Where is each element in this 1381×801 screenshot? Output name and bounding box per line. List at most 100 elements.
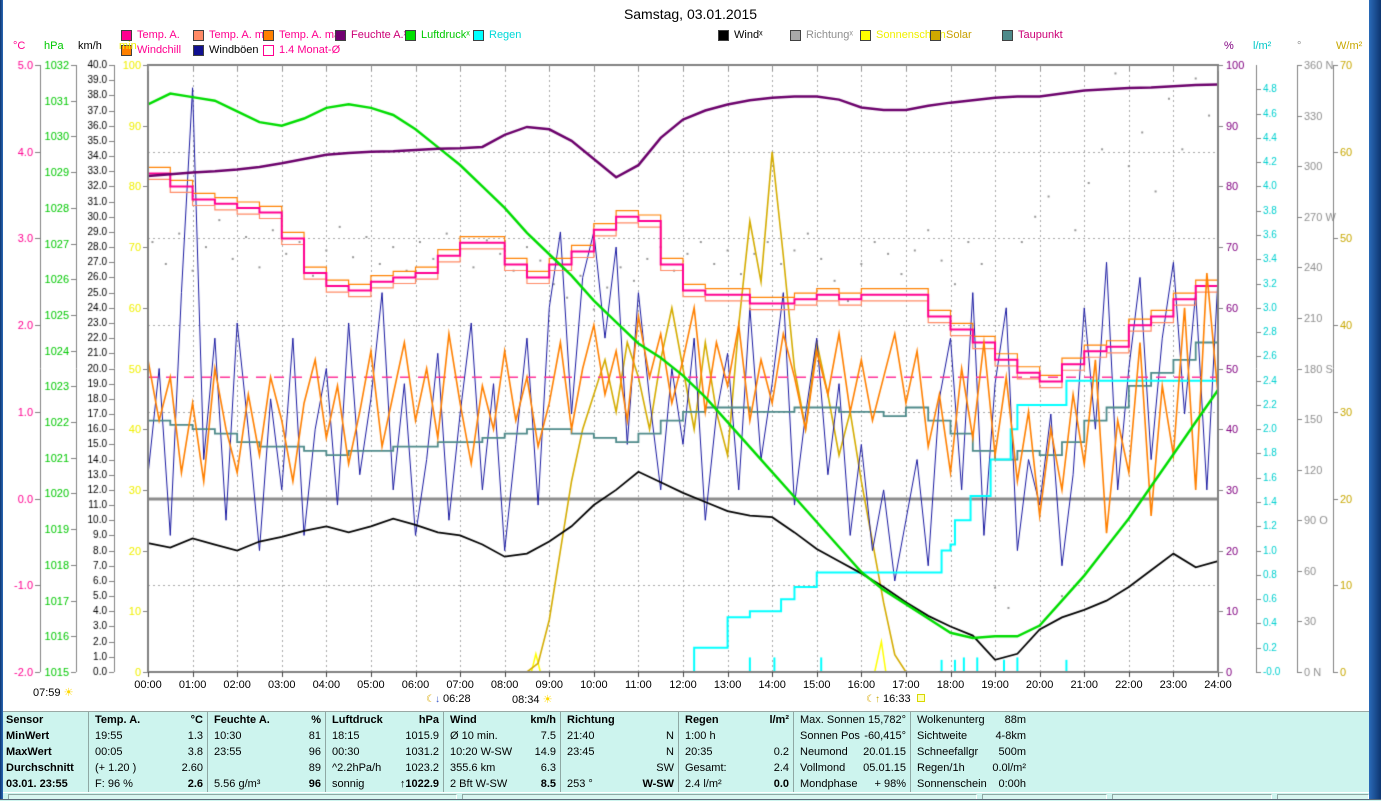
cell-value: %: [311, 714, 321, 726]
legend-swatch-icon: [405, 29, 416, 41]
window-frame-right[interactable]: [1369, 0, 1381, 800]
table-cell: F: 96 % 2.6: [89, 776, 208, 792]
time-tick-label: 17:00: [892, 679, 920, 691]
moonrise-time: 16:33: [883, 693, 911, 705]
table-cell: Wolkenunterg 88m: [911, 712, 1031, 728]
table-cell: 20:35 0.2: [679, 744, 794, 760]
weather-day-chart[interactable]: [0, 0, 1381, 710]
legend-item-windb-en: Windböen: [193, 44, 259, 56]
cell-label: Sonnen Pos: [800, 730, 860, 742]
legend-swatch-icon: [860, 29, 871, 41]
axis-unit-6: °: [1297, 40, 1302, 52]
dawn-time: 07:59: [33, 687, 61, 699]
cell-value: 0.2: [773, 746, 789, 758]
legend-swatch-icon: [193, 44, 204, 56]
cell-value: 6.3: [540, 762, 556, 774]
cell-value: 14.9: [534, 746, 556, 758]
cell-label: MaxWert: [6, 746, 52, 758]
cell-label: Sonnenschein: [917, 778, 987, 790]
table-column-8: Wolkenunterg 88m Sichtweite 4-8km Schneefall…: [910, 712, 1031, 793]
table-column-5: Richtung 21:40 N 23:45 N SW 253 ° W-SW: [560, 712, 679, 793]
legend-item-temp-a-max: Temp. A. max: [263, 29, 346, 41]
cell-label: 21:40: [567, 730, 595, 742]
cell-value: 3.8: [187, 746, 203, 758]
cell-value: N: [666, 730, 674, 742]
legend-item-solar: Solar: [930, 29, 972, 41]
cell-label: 23:45: [567, 746, 595, 758]
legend-swatch-icon: [718, 29, 729, 41]
legend-swatch-icon: [263, 44, 274, 56]
cell-label: 10:20 W-SW: [450, 746, 513, 758]
cell-value: hPa: [418, 714, 439, 726]
cell-label: 19:55: [95, 730, 123, 742]
sensor-statistics-table: Sensor MinWert MaxWert Durchschnitt 03.01. 2…: [0, 711, 1381, 793]
cell-value: l/m²: [769, 714, 789, 726]
time-tick-label: 22:00: [1115, 679, 1143, 691]
cell-value: 81: [308, 730, 321, 742]
legend-label: 1.4 Monat-Ø: [279, 43, 341, 56]
cell-value: °C: [190, 714, 203, 726]
cell-label: 03.01. 23:55: [6, 778, 68, 790]
axis-unit-7: W/m²: [1336, 40, 1363, 52]
table-cell: 5.56 g/m³ 96: [208, 776, 326, 792]
cell-value: SW: [656, 762, 674, 774]
cell-value: 89: [308, 762, 321, 774]
legend-swatch-icon: [1002, 29, 1013, 41]
table-cell: 10:30 81: [208, 728, 326, 744]
cell-value: 05.01.15: [863, 762, 906, 774]
table-cell: 19:55 1.3: [89, 728, 208, 744]
time-tick-label: 15:00: [802, 679, 831, 691]
cell-label: Luftdruck: [332, 714, 383, 726]
table-column-7: Max. Sonnen 15,782° Sonnen Pos -60,415° Neum…: [793, 712, 911, 793]
table-cell: sonnig ↑1022.9: [326, 776, 444, 792]
time-tick-label: 00:00: [134, 679, 162, 691]
table-cell: MinWert: [0, 728, 88, 744]
time-tick-label: 04:00: [312, 679, 341, 691]
cell-value: 96: [308, 778, 321, 790]
table-cell: Sensor: [0, 712, 88, 728]
moonset-marker: ☾↓ 06:28: [426, 693, 471, 705]
time-tick-label: 07:00: [446, 679, 474, 691]
axis-unit-4: %: [1224, 40, 1234, 52]
cell-value: ↑1022.9: [399, 778, 439, 790]
table-cell: 00:05 3.8: [89, 744, 208, 760]
cell-value: -60,415°: [864, 730, 906, 742]
table-cell: 18:15 1015.9: [326, 728, 444, 744]
time-tick-label: 14:00: [758, 679, 786, 691]
table-cell: 23:45 N: [561, 744, 679, 760]
cell-label: 20:35: [685, 746, 713, 758]
cell-label: 1:00 h: [685, 730, 716, 742]
table-cell: 355.6 km 6.3: [444, 760, 561, 776]
cell-label: Richtung: [567, 714, 615, 726]
table-column-2: Feuchte A.% 10:30 81 23:55 96 89 5.56 g/m³ 96: [207, 712, 326, 793]
cell-label: sonnig: [332, 778, 365, 790]
cell-value: 1015.9: [405, 730, 439, 742]
cell-label: 355.6 km: [450, 762, 496, 774]
cell-value: N: [666, 746, 674, 758]
table-cell: Ø 10 min. 7.5: [444, 728, 561, 744]
cell-label: 23:55: [214, 746, 242, 758]
cell-value: 4-8km: [995, 730, 1026, 742]
table-cell: Temp. A. °C: [89, 712, 208, 728]
time-tick-label: 18:00: [936, 679, 965, 691]
table-cell: 2 Bft W-SW 8.5: [444, 776, 561, 792]
cell-label: ^2.2hPa/h: [332, 762, 382, 774]
table-cell: Luftdruck hPa: [326, 712, 444, 728]
cell-label: Vollmond: [800, 762, 846, 774]
cell-label: Neumond: [800, 746, 848, 758]
axis-unit-1: hPa: [44, 40, 64, 52]
table-cell: Regen l/m²: [679, 712, 794, 728]
sunrise-time: 08:34: [512, 694, 540, 706]
cell-label: 00:30: [332, 746, 360, 758]
moonset-time: 06:28: [443, 693, 471, 705]
cell-value: 0.0: [773, 778, 789, 790]
sunrise-marker: 08:34 ☀: [512, 693, 552, 706]
cell-value: 8.5: [540, 778, 556, 790]
legend-swatch-icon: [473, 29, 484, 41]
table-cell: 2.4 l/m² 0.0: [679, 776, 794, 792]
page-title: Samstag, 03.01.2015: [623, 6, 758, 22]
table-column-0: Sensor MinWert MaxWert Durchschnitt 03.01. 2…: [0, 712, 88, 793]
moonrise-marker: ☾↑ 16:33: [866, 693, 925, 705]
axis-unit-3: min: [119, 40, 137, 52]
table-cell: Regen/1h 0.0l/m²: [911, 760, 1031, 776]
